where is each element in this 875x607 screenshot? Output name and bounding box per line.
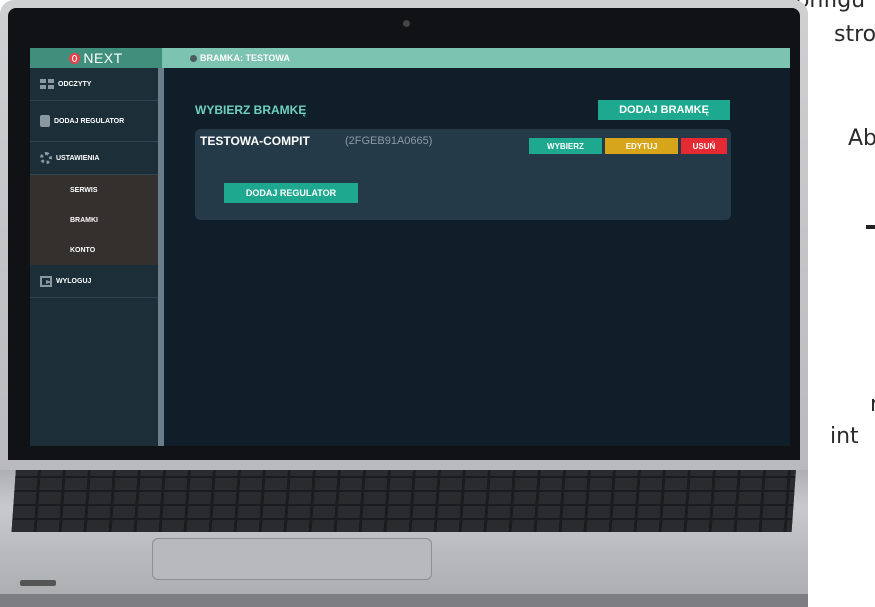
laptop-bezel: NEXT BRAMKA: TESTOWA ODCZYTY DODAJ REGUL… <box>8 8 800 460</box>
sidebar-item-odczyty[interactable]: ODCZYTY <box>30 68 158 101</box>
breadcrumb-text: BRAMKA: TESTOWA <box>200 53 290 63</box>
laptop-port <box>20 580 56 586</box>
background-dash <box>866 225 875 229</box>
camera-icon <box>403 20 410 27</box>
sidebar-item-label: USTAWIENIA <box>56 154 100 162</box>
device-icon <box>40 115 50 127</box>
sidebar-item-dodaj-regulator[interactable]: DODAJ REGULATOR <box>30 101 158 142</box>
app-screen: NEXT BRAMKA: TESTOWA ODCZYTY DODAJ REGUL… <box>30 48 790 446</box>
logo[interactable]: NEXT <box>30 48 162 68</box>
gateway-name: TESTOWA-COMPIT <box>200 134 310 148</box>
sidebar-item-label: DODAJ REGULATOR <box>54 117 125 125</box>
sidebar: ODCZYTY DODAJ REGULATOR USTAWIENIA SERWI… <box>30 68 164 446</box>
top-bar: NEXT BRAMKA: TESTOWA <box>30 48 790 68</box>
select-button[interactable]: WYBIERZ <box>529 138 602 154</box>
sidebar-item-label: ODCZYTY <box>58 80 92 88</box>
status-dot-icon <box>190 54 197 62</box>
add-regulator-button[interactable]: DODAJ REGULATOR <box>224 183 358 203</box>
delete-button[interactable]: USUŃ <box>681 138 727 154</box>
edit-button[interactable]: EDYTUJ <box>605 138 678 154</box>
logo-text: NEXT <box>83 50 123 66</box>
add-gateway-button[interactable]: DODAJ BRAMKĘ <box>598 100 730 120</box>
breadcrumb: BRAMKA: TESTOWA <box>190 53 290 63</box>
sidebar-subitem-serwis[interactable]: SERWIS <box>30 175 158 205</box>
laptop-lid: NEXT BRAMKA: TESTOWA ODCZYTY DODAJ REGUL… <box>0 0 808 470</box>
logo-icon <box>69 52 81 64</box>
page-title: WYBIERZ BRAMKĘ <box>195 103 307 117</box>
gateway-card: TESTOWA-COMPIT (2FGEB91A0665) WYBIERZ ED… <box>195 129 731 220</box>
background-text-4: r <box>870 392 875 417</box>
laptop-touchpad <box>152 538 432 580</box>
background-text-3: Ab <box>848 126 875 151</box>
gateway-id: (2FGEB91A0665) <box>345 135 433 147</box>
main-content: WYBIERZ BRAMKĘ DODAJ BRAMKĘ TESTOWA-COMP… <box>190 68 790 446</box>
laptop-base-edge <box>0 594 808 607</box>
background-text-5: int <box>830 424 859 449</box>
logout-icon <box>40 275 52 287</box>
grid-icon <box>40 79 54 89</box>
sidebar-subitem-konto[interactable]: KONTO <box>30 235 158 265</box>
sidebar-subitem-bramki[interactable]: BRAMKI <box>30 205 158 235</box>
sidebar-item-wyloguj[interactable]: WYLOGUJ <box>30 265 158 298</box>
gear-icon <box>40 152 52 164</box>
background-text-2: stro <box>834 22 875 47</box>
laptop-keyboard <box>11 462 797 532</box>
sidebar-item-ustawienia[interactable]: USTAWIENIA <box>30 142 158 175</box>
sidebar-item-label: WYLOGUJ <box>56 277 92 285</box>
